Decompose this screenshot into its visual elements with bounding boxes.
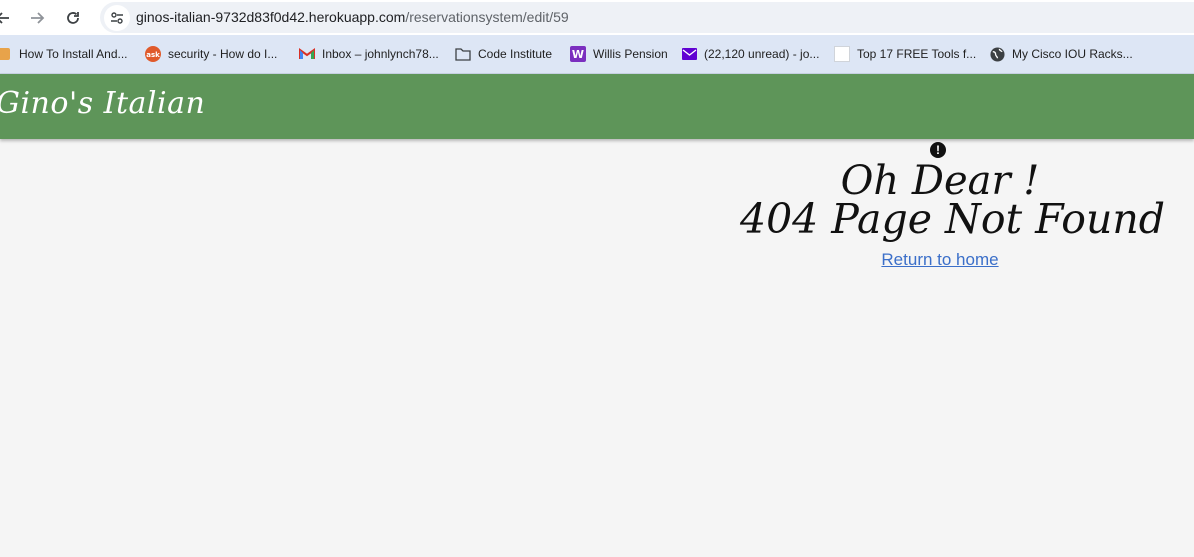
svg-text:ask: ask xyxy=(146,51,160,59)
url-path: /reservationsystem/edit/59 xyxy=(405,9,569,25)
bookmark-label: Top 17 FREE Tools f... xyxy=(857,47,977,61)
orange-page-icon xyxy=(0,46,12,62)
address-bar[interactable]: ginos-italian-9732d83f0d42.herokuapp.com… xyxy=(100,2,1194,33)
bookmark-label: Willis Pension xyxy=(593,47,668,61)
forward-arrow-icon xyxy=(31,12,45,24)
bookmark-label: My Cisco IOU Racks... xyxy=(1012,47,1133,61)
error-subheading: 404 Page Not Found xyxy=(740,195,1166,243)
svg-text:W: W xyxy=(572,48,584,61)
back-arrow-icon xyxy=(0,12,9,24)
exclamation-icon: ! xyxy=(930,142,946,158)
bookmark-label: (22,120 unread) - jo... xyxy=(704,47,820,61)
return-home-link[interactable]: Return to home xyxy=(840,250,1040,270)
site-header: Gino's Italian xyxy=(0,74,1194,139)
bookmark-item[interactable]: How To Install And... xyxy=(0,45,128,63)
bookmark-label: Inbox – johnlynch78... xyxy=(322,47,439,61)
bookmark-item[interactable]: ask security - How do I... xyxy=(145,45,277,63)
mail-icon xyxy=(681,46,697,62)
bookmark-label: Code Institute xyxy=(478,47,553,61)
w-icon: W xyxy=(570,46,586,62)
bookmark-item[interactable]: W Willis Pension xyxy=(570,45,668,63)
bookmark-label: security - How do I... xyxy=(168,47,278,61)
bookmark-label: How To Install And... xyxy=(19,47,128,61)
site-info-button[interactable] xyxy=(104,5,130,31)
brand-logo-link[interactable]: Gino's Italian xyxy=(0,86,205,121)
back-button[interactable] xyxy=(0,5,16,31)
forward-button[interactable] xyxy=(24,5,50,31)
bookmarks-bar: How To Install And... ask security - How… xyxy=(0,35,1194,74)
bookmark-item[interactable]: (22,120 unread) - jo... xyxy=(681,45,819,63)
bookmark-item[interactable]: Code Institute xyxy=(455,45,552,63)
blank-page-icon xyxy=(834,46,850,62)
globe-icon xyxy=(989,46,1005,62)
bookmark-item[interactable]: Inbox – johnlynch78... xyxy=(299,45,439,63)
ask-icon: ask xyxy=(145,46,161,62)
folder-icon xyxy=(455,46,471,62)
gmail-icon xyxy=(299,46,315,62)
url-text[interactable]: ginos-italian-9732d83f0d42.herokuapp.com… xyxy=(136,9,569,25)
reload-button[interactable] xyxy=(60,5,86,31)
url-host: ginos-italian-9732d83f0d42.herokuapp.com xyxy=(136,9,406,25)
bookmark-item[interactable]: My Cisco IOU Racks... xyxy=(989,45,1133,63)
browser-toolbar: ginos-italian-9732d83f0d42.herokuapp.com… xyxy=(0,0,1194,35)
bookmark-item[interactable]: Top 17 FREE Tools f... xyxy=(834,45,976,63)
tune-icon xyxy=(111,12,123,24)
reload-icon xyxy=(67,12,79,24)
